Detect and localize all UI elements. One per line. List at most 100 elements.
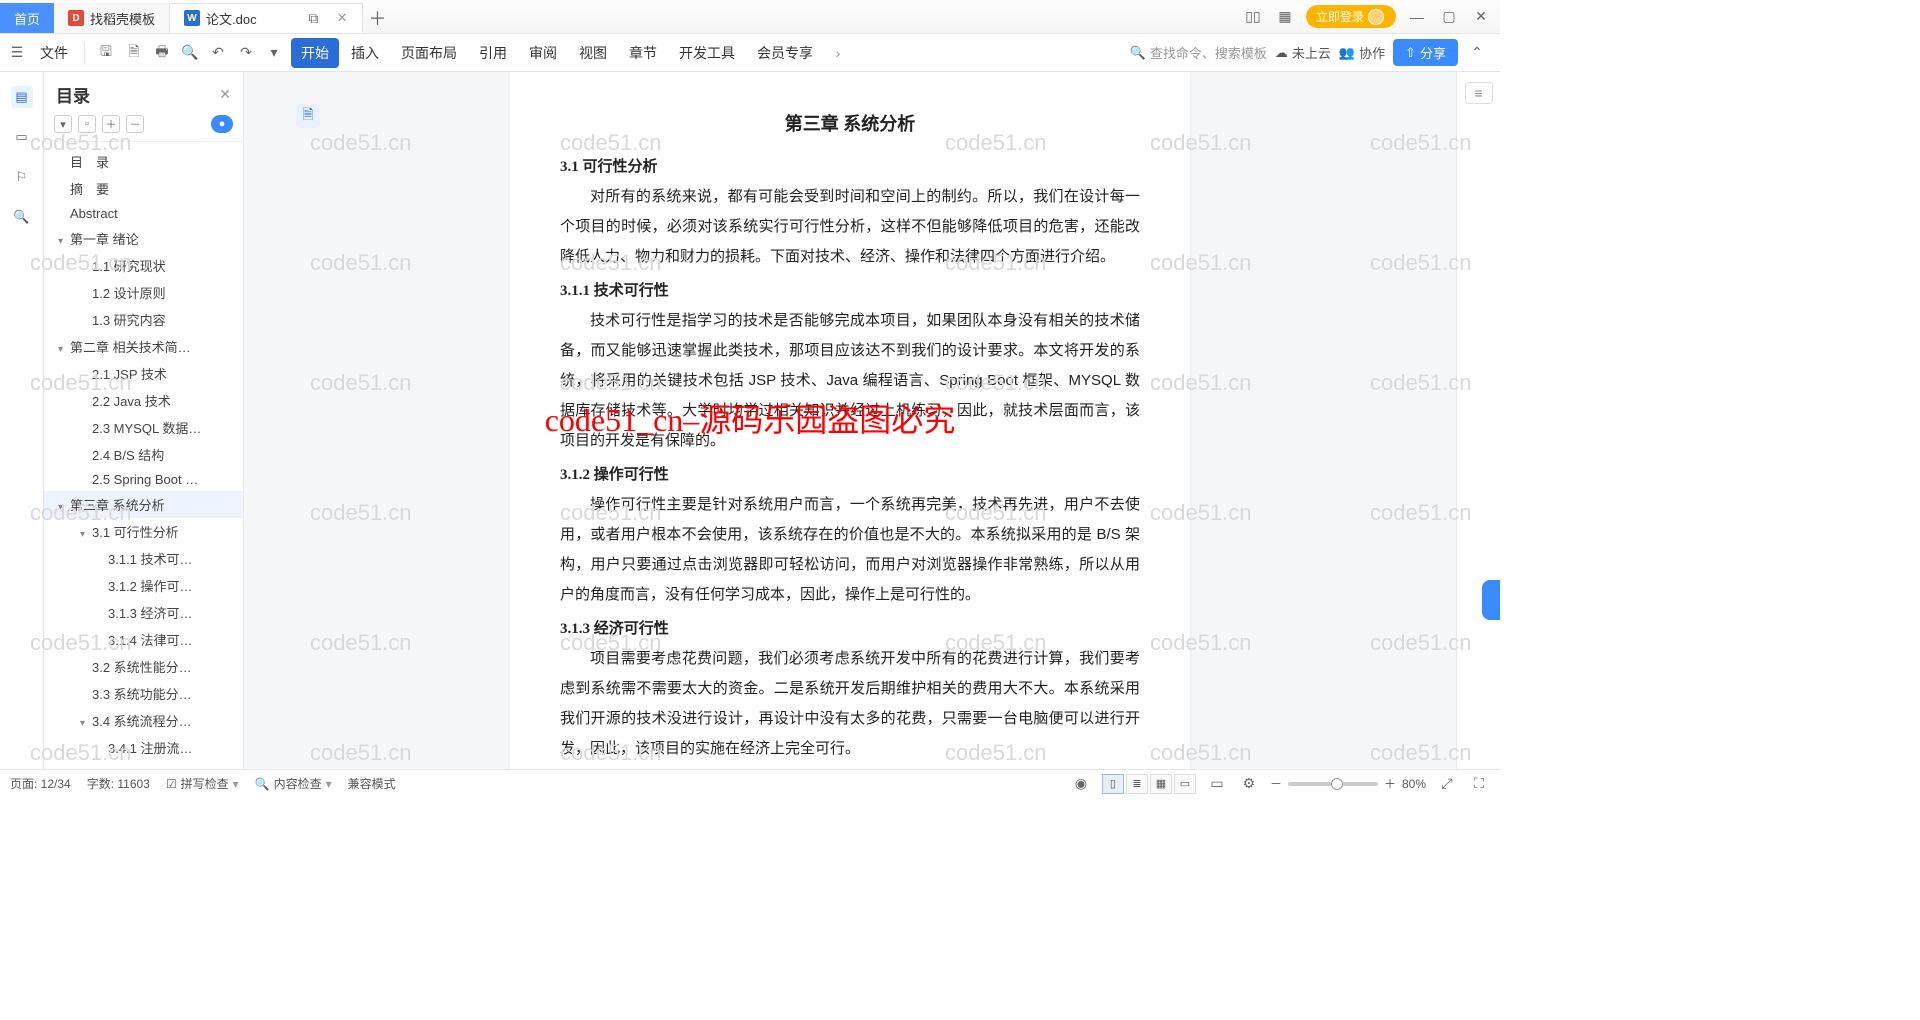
- collapse-ribbon-icon[interactable]: ⌃: [1466, 42, 1488, 64]
- cloud-status[interactable]: ☁未上云: [1275, 43, 1331, 62]
- undo-icon[interactable]: ↶: [207, 42, 229, 64]
- outline-item-13[interactable]: ▾第三章 系统分析: [44, 491, 243, 518]
- outline-rail-icon[interactable]: ▤: [11, 86, 33, 108]
- view-web-icon[interactable]: ▦: [1150, 774, 1172, 794]
- outline-item-2[interactable]: Abstract: [44, 202, 243, 225]
- content-check-button[interactable]: 🔍内容检查▾: [255, 775, 332, 792]
- outline-item-5[interactable]: 1.2 设计原则: [44, 279, 243, 306]
- menu-icon[interactable]: ☰: [6, 42, 28, 64]
- outline-item-10[interactable]: 2.3 MYSQL 数据…: [44, 414, 243, 441]
- main-area: ▤ ▭ ⚐ 🔍 目录 ✕ ▾ ▫ ＋ － ● 目 录摘 要Abstract▾第一…: [0, 72, 1500, 769]
- share-button[interactable]: ⇧分享: [1393, 39, 1458, 66]
- outline-shrink-icon[interactable]: －: [126, 115, 144, 133]
- collab-button[interactable]: 👥协作: [1339, 43, 1385, 62]
- ribbon-menu-3[interactable]: 引用: [469, 38, 517, 68]
- tab-document[interactable]: W 论文.doc ⧉ ✕: [170, 3, 362, 33]
- outline-expand-icon[interactable]: ＋: [102, 115, 120, 133]
- outline-list[interactable]: 目 录摘 要Abstract▾第一章 绪论1.1 研究现状1.2 设计原则1.3…: [44, 142, 243, 769]
- minimize-button[interactable]: —: [1406, 6, 1428, 28]
- ribbon-menu-8[interactable]: 会员专享: [747, 38, 823, 68]
- ribbon-menu-5[interactable]: 视图: [569, 38, 617, 68]
- separator: [84, 42, 85, 64]
- print-icon[interactable]: 🖶: [151, 42, 173, 64]
- view-read-icon[interactable]: ▭: [1174, 774, 1196, 794]
- bookmark-rail-icon[interactable]: ⚐: [11, 166, 33, 188]
- zoom-in-button[interactable]: ＋: [1384, 775, 1396, 792]
- outline-item-8[interactable]: 2.1 JSP 技术: [44, 360, 243, 387]
- outline-item-0[interactable]: 目 录: [44, 148, 243, 175]
- gear-icon[interactable]: ⚙: [1238, 773, 1260, 795]
- tag-rail-icon[interactable]: ▭: [11, 126, 33, 148]
- outline-item-16[interactable]: 3.1.2 操作可…: [44, 572, 243, 599]
- zoom-value[interactable]: 80%: [1402, 777, 1426, 791]
- tab-template[interactable]: D找稻壳模板: [54, 3, 170, 33]
- fit-width-icon[interactable]: ▭: [1206, 773, 1228, 795]
- ribbon-menu-2[interactable]: 页面布局: [391, 38, 467, 68]
- maximize-button[interactable]: ▢: [1438, 6, 1460, 28]
- close-window-button[interactable]: ✕: [1470, 6, 1492, 28]
- search-rail-icon[interactable]: 🔍: [11, 206, 33, 228]
- close-outline-icon[interactable]: ✕: [219, 86, 231, 103]
- zoom-slider[interactable]: [1288, 782, 1378, 786]
- outline-item-21[interactable]: ▾3.4 系统流程分…: [44, 707, 243, 734]
- print-preview-icon[interactable]: 🔍: [179, 42, 201, 64]
- spellcheck-button[interactable]: ☑拼写检查▾: [166, 775, 239, 792]
- outline-item-20[interactable]: 3.3 系统功能分…: [44, 680, 243, 707]
- page-status[interactable]: 页面: 12/34: [10, 775, 71, 792]
- outline-item-4[interactable]: 1.1 研究现状: [44, 252, 243, 279]
- tab-home-label: 首页: [14, 9, 40, 28]
- fullscreen-icon[interactable]: ⛶: [1468, 773, 1490, 795]
- outline-item-12[interactable]: 2.5 Spring Boot …: [44, 468, 243, 491]
- ribbon-menu-7[interactable]: 开发工具: [669, 38, 745, 68]
- new-tab-button[interactable]: ＋: [363, 3, 393, 33]
- outline-item-6[interactable]: 1.3 研究内容: [44, 306, 243, 333]
- outline-item-14[interactable]: ▾3.1 可行性分析: [44, 518, 243, 545]
- menu-more-icon[interactable]: ›: [827, 42, 849, 64]
- outline-level-icon[interactable]: ▫: [78, 115, 96, 133]
- outline-item-22[interactable]: 3.4.1 注册流…: [44, 734, 243, 761]
- word-count[interactable]: 字数: 11603: [87, 775, 150, 792]
- outline-item-15[interactable]: 3.1.1 技术可…: [44, 545, 243, 572]
- file-menu[interactable]: 文件: [34, 38, 74, 68]
- apps-icon[interactable]: ▦: [1274, 6, 1296, 28]
- outline-person-icon[interactable]: ●: [211, 115, 233, 133]
- ribbon-menu-6[interactable]: 章节: [619, 38, 667, 68]
- right-slide-tab[interactable]: [1482, 580, 1500, 620]
- outline-item-19[interactable]: 3.2 系统性能分…: [44, 653, 243, 680]
- avatar-icon: [1368, 9, 1384, 25]
- ribbon-menu-4[interactable]: 审阅: [519, 38, 567, 68]
- collab-label: 协作: [1359, 43, 1385, 62]
- tab-popup-icon[interactable]: ⧉: [303, 7, 325, 29]
- outline-item-18[interactable]: 3.1.4 法律可…: [44, 626, 243, 653]
- login-button[interactable]: 立即登录: [1306, 5, 1396, 28]
- zoom-out-button[interactable]: －: [1270, 775, 1282, 792]
- outline-item-1[interactable]: 摘 要: [44, 175, 243, 202]
- compat-mode[interactable]: 兼容模式: [348, 775, 396, 792]
- redo-icon[interactable]: ↷: [235, 42, 257, 64]
- save-as-icon[interactable]: 🗎: [123, 42, 145, 64]
- outline-item-7[interactable]: ▾第二章 相关技术简…: [44, 333, 243, 360]
- qa-dropdown-icon[interactable]: ▾: [263, 42, 285, 64]
- sec-3-1: 3.1 可行性分析: [560, 152, 1140, 182]
- para-3-1: 对所有的系统来说，都有可能会受到时间和空间上的制约。所以，我们在设计每一个项目的…: [560, 182, 1140, 272]
- ribbon-menu-1[interactable]: 插入: [341, 38, 389, 68]
- para-3-1-3: 项目需要考虑花费问题，我们必须考虑系统开发中所有的花费进行计算，我们要考虑到系统…: [560, 644, 1140, 764]
- save-icon[interactable]: 🖫: [95, 42, 117, 64]
- view-outline-icon[interactable]: ≣: [1126, 774, 1148, 794]
- outline-collapse-icon[interactable]: ▾: [54, 115, 72, 133]
- view-page-icon[interactable]: ▯: [1102, 774, 1124, 794]
- page-margin-button[interactable]: 🗎: [296, 104, 320, 128]
- ribbon-menu-0[interactable]: 开始: [291, 38, 339, 68]
- eye-mode-icon[interactable]: ◉: [1070, 773, 1092, 795]
- right-panel-toggle-icon[interactable]: ≡: [1465, 82, 1493, 104]
- outline-item-3[interactable]: ▾第一章 绪论: [44, 225, 243, 252]
- outline-item-17[interactable]: 3.1.3 经济可…: [44, 599, 243, 626]
- layout-mode-icon[interactable]: ▯▯: [1242, 6, 1264, 28]
- outline-item-11[interactable]: 2.4 B/S 结构: [44, 441, 243, 468]
- tab-home[interactable]: 首页: [0, 3, 54, 33]
- close-tab-icon[interactable]: ✕: [337, 10, 348, 26]
- expand-icon[interactable]: ⤢: [1436, 773, 1458, 795]
- document-canvas[interactable]: 🗎 第三章 系统分析 3.1 可行性分析 对所有的系统来说，都有可能会受到时间和…: [244, 72, 1456, 769]
- outline-item-9[interactable]: 2.2 Java 技术: [44, 387, 243, 414]
- search-command-input[interactable]: 🔍查找命令、搜索模板: [1130, 43, 1267, 62]
